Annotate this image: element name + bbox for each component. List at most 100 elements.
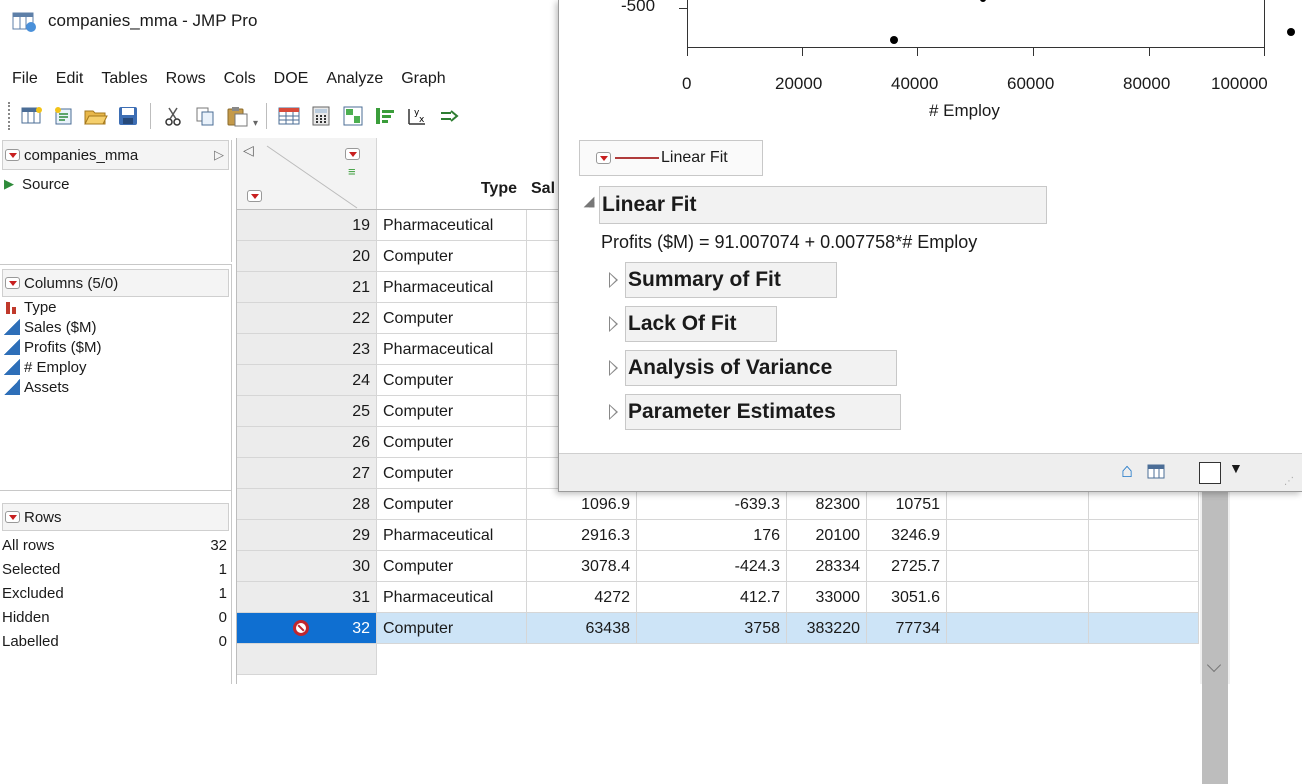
column-item-sales[interactable]: Sales ($M) xyxy=(0,317,231,337)
cell-employ[interactable]: 82300 xyxy=(787,489,867,520)
home-icon[interactable]: ⌂ xyxy=(1121,460,1133,483)
stack-icon[interactable]: yx xyxy=(403,102,431,130)
rows-red-triangle-menu[interactable] xyxy=(5,511,20,523)
show-data-table-icon[interactable] xyxy=(1147,463,1167,486)
data-point[interactable] xyxy=(1287,28,1295,36)
cell-sales[interactable]: 1096.9 xyxy=(527,489,637,520)
cell-type[interactable]: Computer xyxy=(377,396,527,427)
cell-empty[interactable] xyxy=(1089,613,1199,644)
cell-sales[interactable]: 3078.4 xyxy=(527,551,637,582)
row-number[interactable]: 30 xyxy=(237,551,377,582)
source-script[interactable]: ▶ Source xyxy=(0,174,231,194)
rows-labelled[interactable]: Labelled 0 xyxy=(0,629,231,653)
cell-empty[interactable] xyxy=(947,582,1089,613)
columns-red-triangle-menu[interactable] xyxy=(5,277,20,289)
cell-employ[interactable]: 383220 xyxy=(787,613,867,644)
outline-open-icon[interactable] xyxy=(583,196,595,208)
menu-graph[interactable]: Graph xyxy=(401,70,445,88)
cell-type[interactable]: Pharmaceutical xyxy=(377,272,527,303)
lack-of-fit-header[interactable]: Lack Of Fit xyxy=(625,306,777,342)
cell-empty[interactable] xyxy=(1089,489,1199,520)
paste-dropdown-icon[interactable]: ▾ xyxy=(253,118,258,129)
rows-selected[interactable]: Selected 1 xyxy=(0,557,231,581)
outline-closed-icon[interactable] xyxy=(609,404,618,420)
columns-header-red-triangle[interactable] xyxy=(345,148,360,160)
table-row[interactable]: 28 Computer 1096.9 -639.3 82300 10751 xyxy=(237,489,1199,520)
cell-profits[interactable]: 3758 xyxy=(637,613,787,644)
cell-type[interactable]: Pharmaceutical xyxy=(377,520,527,551)
cell-assets[interactable]: 3246.9 xyxy=(867,520,947,551)
column-header-sales[interactable]: Sal xyxy=(527,180,557,198)
table-row[interactable]: 29 Pharmaceutical 2916.3 176 20100 3246.9 xyxy=(237,520,1199,551)
selection-checkbox[interactable] xyxy=(1199,462,1221,484)
table-row[interactable]: 31 Pharmaceutical 4272 412.7 33000 3051.6 xyxy=(237,582,1199,613)
cell-sales[interactable]: 2916.3 xyxy=(527,520,637,551)
expand-arrow-icon[interactable]: ▷ xyxy=(214,147,224,163)
join-icon[interactable] xyxy=(435,102,463,130)
rows-panel-header[interactable]: Rows xyxy=(2,503,229,531)
cell-employ[interactable]: 33000 xyxy=(787,582,867,613)
parameter-estimates-header[interactable]: Parameter Estimates xyxy=(625,394,901,430)
menu-analyze[interactable]: Analyze xyxy=(326,70,383,88)
rows-excluded[interactable]: Excluded 1 xyxy=(0,581,231,605)
cell-type[interactable]: Pharmaceutical xyxy=(377,210,527,241)
cell-empty[interactable] xyxy=(947,489,1089,520)
subset-icon[interactable] xyxy=(339,102,367,130)
toolbar-grip[interactable] xyxy=(8,102,12,130)
row-number[interactable]: 20 xyxy=(237,241,377,272)
x-axis-label[interactable]: # Employ xyxy=(929,101,1000,121)
cell-empty[interactable] xyxy=(1089,520,1199,551)
rows-hidden[interactable]: Hidden 0 xyxy=(0,605,231,629)
new-data-table-icon[interactable] xyxy=(18,102,46,130)
checkbox-dropdown-icon[interactable]: ▼ xyxy=(1229,460,1243,476)
analysis-of-variance-header[interactable]: Analysis of Variance xyxy=(625,350,897,386)
paste-icon[interactable] xyxy=(223,102,251,130)
fit-legend[interactable]: Linear Fit xyxy=(579,140,763,176)
menu-rows[interactable]: Rows xyxy=(166,70,206,88)
cell-type[interactable]: Computer xyxy=(377,303,527,334)
column-item-profits[interactable]: Profits ($M) xyxy=(0,337,231,357)
cell-type[interactable]: Computer xyxy=(377,489,527,520)
data-point[interactable] xyxy=(980,0,986,2)
cell-empty[interactable] xyxy=(947,551,1089,582)
cell-empty[interactable] xyxy=(1089,582,1199,613)
copy-icon[interactable] xyxy=(191,102,219,130)
row-number[interactable]: 23 xyxy=(237,334,377,365)
row-number[interactable]: 24 xyxy=(237,365,377,396)
sort-icon[interactable] xyxy=(371,102,399,130)
cut-icon[interactable] xyxy=(159,102,187,130)
table-row[interactable]: 30 Computer 3078.4 -424.3 28334 2725.7 xyxy=(237,551,1199,582)
cell-empty[interactable] xyxy=(947,613,1089,644)
row-number[interactable]: 29 xyxy=(237,520,377,551)
menu-cols[interactable]: Cols xyxy=(224,70,256,88)
cell-employ[interactable]: 20100 xyxy=(787,520,867,551)
column-item-employ[interactable]: # Employ xyxy=(0,357,231,377)
cell-employ[interactable]: 28334 xyxy=(787,551,867,582)
cell-type[interactable]: Computer xyxy=(377,458,527,489)
column-item-type[interactable]: Type xyxy=(0,297,231,317)
new-script-icon[interactable] xyxy=(50,102,78,130)
menu-doe[interactable]: DOE xyxy=(274,70,309,88)
outline-closed-icon[interactable] xyxy=(609,360,618,376)
cell-sales[interactable]: 4272 xyxy=(527,582,637,613)
columns-panel-header[interactable]: Columns (5/0) xyxy=(2,269,229,297)
outline-closed-icon[interactable] xyxy=(609,316,618,332)
data-grid-icon[interactable] xyxy=(275,102,303,130)
cell-profits[interactable]: 412.7 xyxy=(637,582,787,613)
cell-profits[interactable]: -424.3 xyxy=(637,551,787,582)
row-number[interactable]: 31 xyxy=(237,582,377,613)
cell-empty[interactable] xyxy=(1089,551,1199,582)
cell-type[interactable]: Pharmaceutical xyxy=(377,334,527,365)
column-filter-icon[interactable]: ≡ xyxy=(348,164,356,179)
cell-assets[interactable]: 2725.7 xyxy=(867,551,947,582)
fit-legend-red-triangle[interactable] xyxy=(596,152,611,164)
row-number[interactable]: 21 xyxy=(237,272,377,303)
menu-edit[interactable]: Edit xyxy=(56,70,84,88)
resize-grip-icon[interactable]: ⋰ xyxy=(1284,476,1294,487)
open-folder-icon[interactable] xyxy=(82,102,110,130)
summary-of-fit-header[interactable]: Summary of Fit xyxy=(625,262,837,298)
cell-sales[interactable]: 63438 xyxy=(527,613,637,644)
cell-profits[interactable]: 176 xyxy=(637,520,787,551)
cell-profits[interactable]: -639.3 xyxy=(637,489,787,520)
cell-assets[interactable]: 77734 xyxy=(867,613,947,644)
